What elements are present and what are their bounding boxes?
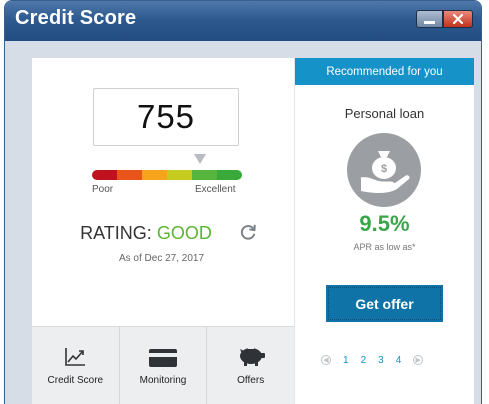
pager-page-1[interactable]: 1: [343, 355, 349, 366]
gauge-high-label: Excellent: [195, 184, 236, 195]
bottom-nav: Credit Score Monitoring Offers: [32, 326, 294, 404]
pager-page-4[interactable]: 4: [396, 355, 402, 366]
credit-score-window: Credit Score 755 Poor Excellent RATING: …: [4, 0, 482, 404]
close-icon: [453, 14, 463, 24]
gauge-low-label: Poor: [92, 184, 114, 195]
score-gauge: [92, 170, 242, 180]
recommendation-panel: Recommended for you Personal loan $ 9.5%…: [294, 58, 474, 404]
gauge-pointer-icon: [194, 154, 206, 164]
rating-label: RATING:: [80, 223, 152, 243]
credit-card-icon: [149, 349, 177, 367]
get-offer-button[interactable]: Get offer: [326, 285, 443, 322]
pager-page-3[interactable]: 3: [378, 355, 384, 366]
gauge-segment-6: [217, 170, 242, 180]
offer-pager: ◀ 1 2 3 4 ▶: [321, 353, 451, 367]
trend-chart-icon: [65, 348, 86, 366]
gauge-segment-2: [117, 170, 142, 180]
close-button[interactable]: [443, 10, 473, 28]
score-panel: 755 Poor Excellent RATING: GOOD As of De…: [32, 58, 294, 404]
title-bar[interactable]: Credit Score: [5, 1, 481, 41]
rating-value: GOOD: [156, 223, 212, 243]
window-controls: [416, 10, 473, 28]
minimize-icon: [424, 20, 435, 24]
widget-content: 755 Poor Excellent RATING: GOOD As of De…: [32, 58, 474, 404]
gauge-segment-3: [142, 170, 167, 180]
money-bag-hand-icon: $: [347, 133, 421, 207]
credit-score-value: 755: [93, 88, 239, 146]
nav-item-offers[interactable]: Offers: [207, 327, 294, 404]
nav-item-monitoring[interactable]: Monitoring: [120, 327, 208, 404]
pager-next-icon[interactable]: ▶: [413, 355, 424, 365]
piggy-bank-icon: [239, 347, 265, 366]
window-title: Credit Score: [15, 7, 137, 29]
nav-label-offers: Offers: [237, 375, 265, 386]
minimize-button[interactable]: [416, 10, 443, 28]
gauge-segment-1: [92, 170, 117, 180]
pager-prev-icon[interactable]: ◀: [321, 355, 331, 365]
gauge-segment-4: [167, 170, 192, 180]
as-of-date: As of Dec 27, 2017: [118, 253, 205, 264]
recommended-header: Recommended for you: [295, 58, 474, 85]
apr-caption: APR as low as*: [353, 242, 416, 252]
nav-item-credit-score[interactable]: Credit Score: [32, 327, 120, 404]
svg-text:$: $: [381, 163, 387, 175]
refresh-icon[interactable]: [239, 223, 257, 241]
nav-label-credit-score: Credit Score: [47, 375, 104, 386]
apr-value: 9.5%: [359, 211, 410, 236]
gauge-segment-5: [192, 170, 217, 180]
pager-page-2[interactable]: 2: [361, 355, 367, 366]
nav-label-monitoring: Monitoring: [139, 375, 187, 386]
offer-product-title: Personal loan: [344, 106, 425, 121]
